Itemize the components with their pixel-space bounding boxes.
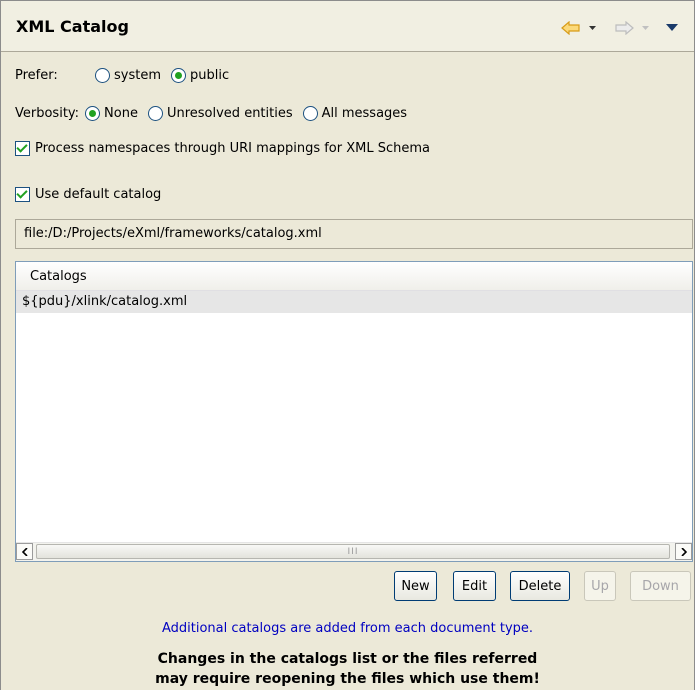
radio-indicator[interactable] — [302, 106, 318, 121]
radio-label: None — [104, 106, 138, 121]
scroll-thumb[interactable]: III — [36, 544, 670, 559]
verbosity-unresolved-radio[interactable]: Unresolved entities — [147, 106, 293, 121]
checkbox-indicator[interactable] — [15, 141, 30, 156]
warning-line-1: Changes in the catalogs list or the file… — [157, 651, 538, 667]
additional-catalogs-note: Additional catalogs are added from each … — [161, 621, 534, 636]
prefer-public-radio[interactable]: public — [171, 68, 229, 83]
scroll-left-button[interactable] — [16, 543, 33, 560]
back-button[interactable] — [561, 21, 596, 35]
checkbox-label: Use default catalog — [35, 187, 162, 202]
radio-indicator[interactable] — [85, 106, 101, 121]
xml-catalog-panel: XML Catalog Prefer: system public Verbos… — [0, 0, 695, 690]
radio-label: system — [114, 68, 161, 83]
forward-button[interactable] — [614, 21, 649, 35]
down-button[interactable]: Down — [630, 571, 691, 601]
default-catalog-path-field: file:/D:/Projects/eXml/frameworks/catalo… — [15, 219, 693, 249]
default-catalog-checkbox[interactable]: Use default catalog — [15, 187, 161, 202]
verbosity-label: Verbosity: — [15, 106, 80, 121]
scroll-right-button[interactable] — [675, 543, 692, 560]
horizontal-scrollbar[interactable]: III — [16, 542, 692, 561]
reopen-warning: Changes in the catalogs list or the file… — [1, 649, 694, 689]
new-button[interactable]: New — [394, 571, 437, 601]
back-dropdown-icon[interactable] — [589, 25, 596, 31]
namespaces-checkbox[interactable]: Process namespaces through URI mappings … — [15, 141, 430, 156]
checkbox-indicator[interactable] — [15, 187, 30, 202]
back-arrow-icon — [561, 21, 581, 35]
forward-arrow-icon — [614, 21, 634, 35]
table-row[interactable]: ${pdu}/xlink/catalog.xml — [16, 291, 692, 313]
up-button[interactable]: Up — [584, 571, 616, 601]
prefer-row: Prefer: system public — [15, 68, 239, 83]
radio-indicator[interactable] — [95, 68, 110, 83]
page-title: XML Catalog — [16, 17, 129, 36]
radio-indicator[interactable] — [171, 68, 186, 83]
panel-header: XML Catalog — [1, 0, 694, 52]
chevron-left-icon — [21, 547, 28, 556]
warning-line-2: may require reopening the files which us… — [155, 671, 540, 687]
prefer-label: Prefer: — [15, 68, 58, 83]
prefer-system-radio[interactable]: system — [95, 68, 161, 83]
forward-dropdown-icon[interactable] — [642, 25, 649, 31]
radio-label: All messages — [321, 106, 408, 121]
radio-indicator[interactable] — [147, 106, 163, 121]
chevron-right-icon — [680, 547, 687, 556]
verbosity-all-radio[interactable]: All messages — [302, 106, 408, 121]
catalogs-column-header[interactable]: Catalogs — [16, 262, 692, 291]
delete-button[interactable]: Delete — [510, 571, 570, 601]
verbosity-none-radio[interactable]: None — [85, 106, 138, 121]
menu-dropdown-icon[interactable] — [666, 24, 678, 32]
checkbox-label: Process namespaces through URI mappings … — [35, 141, 430, 156]
catalogs-table[interactable]: Catalogs ${pdu}/xlink/catalog.xml III — [15, 261, 693, 562]
radio-label: public — [190, 68, 230, 83]
radio-label: Unresolved entities — [166, 106, 293, 121]
scroll-grip: III — [347, 546, 359, 557]
edit-button[interactable]: Edit — [453, 571, 496, 601]
verbosity-row: Verbosity: None Unresolved entities All … — [15, 106, 417, 121]
